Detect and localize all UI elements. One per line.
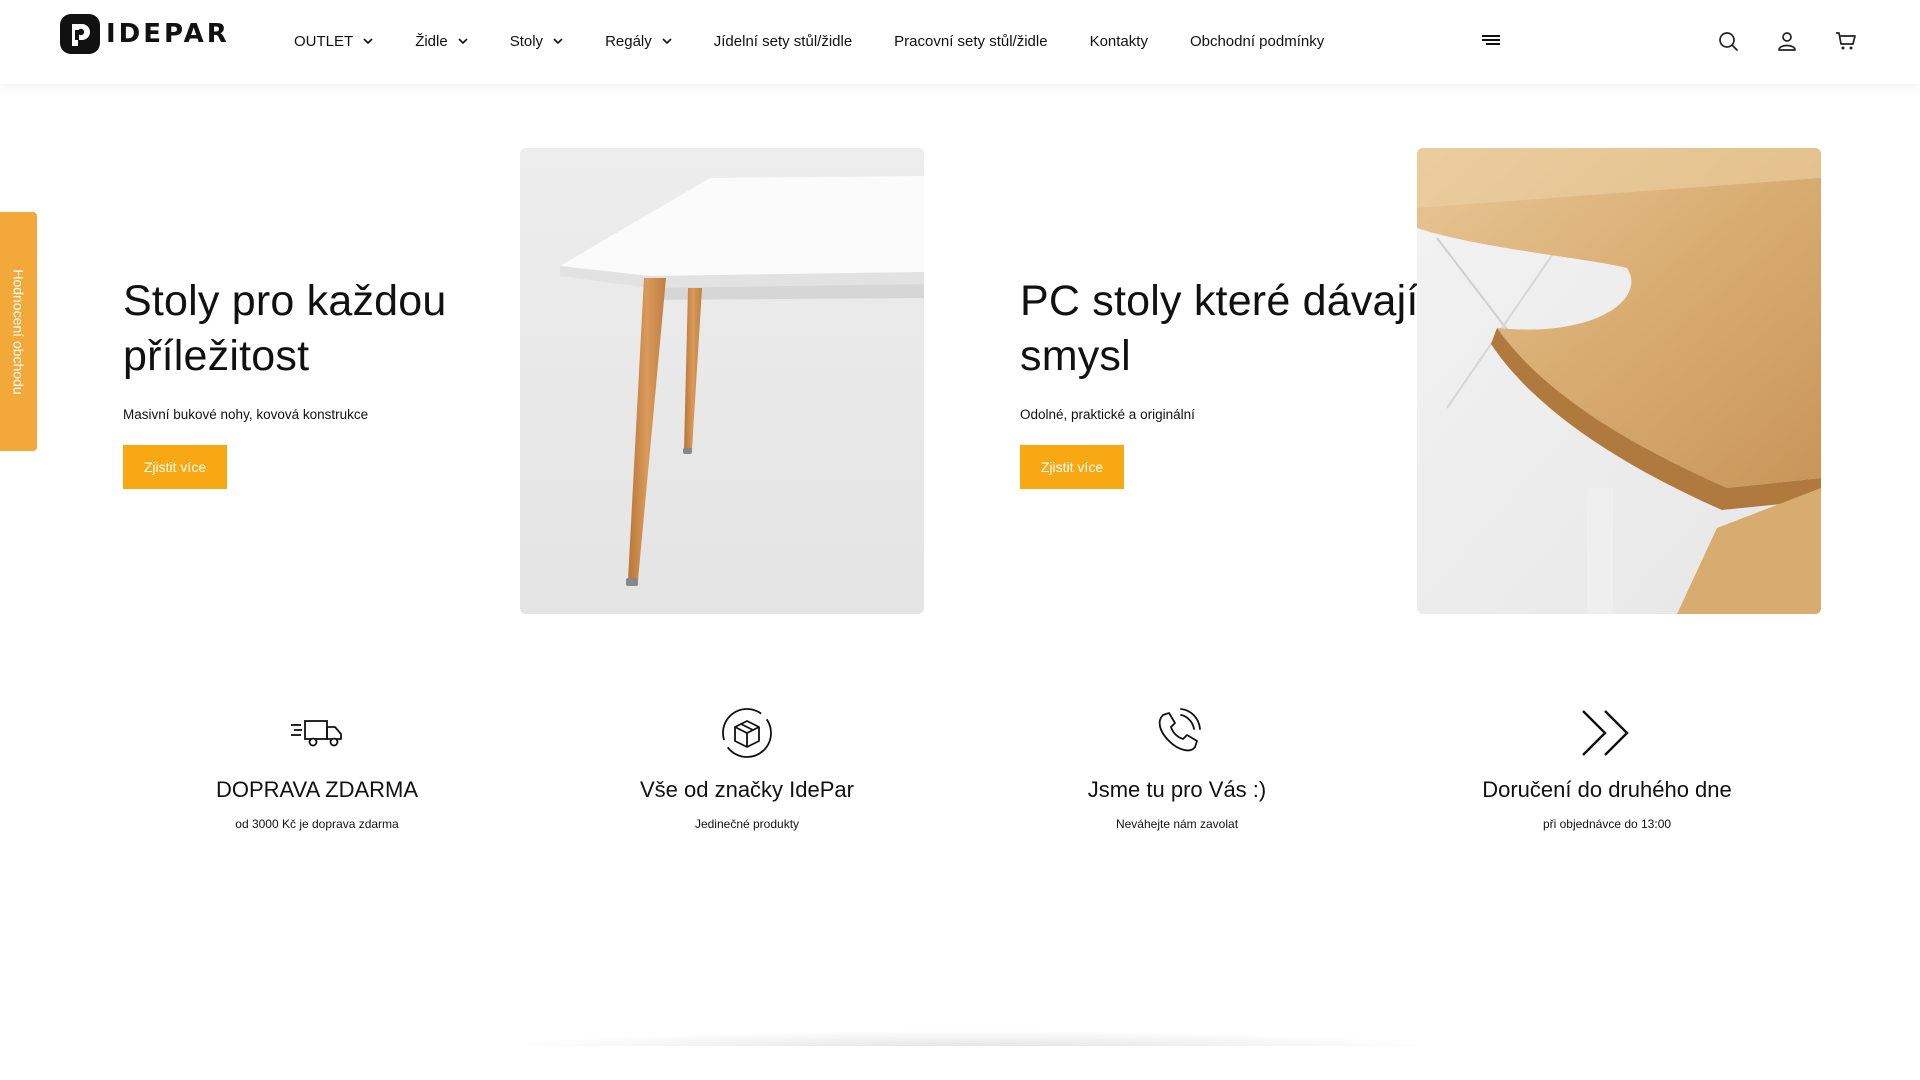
nav-item-label: Pracovní sety stůl/židle bbox=[894, 32, 1048, 50]
store-rating-label: Hodnocení obchodu bbox=[10, 268, 27, 395]
nav-item-label: Stoly bbox=[509, 32, 544, 50]
chevron-down-icon bbox=[553, 38, 563, 45]
hero-title-line: PC stoly které dávají bbox=[1020, 277, 1419, 325]
phone-icon bbox=[1158, 708, 1201, 752]
nav-item-label: OUTLET bbox=[294, 32, 354, 50]
nav-item-kontakty[interactable]: Kontakty bbox=[1090, 33, 1148, 50]
menu-icon[interactable] bbox=[1482, 33, 1500, 47]
feature-free-shipping: DOPRAVA ZDARMA od 3000 Kč je doprava zda… bbox=[107, 703, 527, 831]
hero-title-line: smysl bbox=[1020, 332, 1131, 380]
cart-icon[interactable] bbox=[1834, 29, 1858, 53]
page-bottom-edge bbox=[0, 1046, 1920, 1080]
logo-mark-icon bbox=[60, 14, 100, 54]
feature-idepar-brand: Vše od značky IdePar Jedinečné produkty bbox=[537, 703, 957, 831]
nav-item-obchodni-podminky[interactable]: Obchodní podmínky bbox=[1190, 33, 1324, 50]
feature-subtitle: Jedinečné produkty bbox=[694, 817, 800, 831]
feature-title: Doručení do druhého dne bbox=[1482, 777, 1732, 802]
nav-item-label: Židle bbox=[415, 32, 448, 50]
nav-item-label: Obchodní podmínky bbox=[1189, 32, 1325, 50]
logo[interactable]: IDEPAR bbox=[60, 13, 230, 55]
hero-subtitle: Masivní bukové nohy, kovová konstrukce bbox=[123, 407, 369, 422]
feature-subtitle: od 3000 Kč je doprava zdarma bbox=[235, 817, 399, 831]
feature-contact-us: Jsme tu pro Vás :) Neváhejte nám zavolat bbox=[967, 703, 1387, 831]
chevron-down-icon bbox=[458, 38, 468, 45]
nav-item-label: Kontakty bbox=[1089, 32, 1148, 50]
feature-title: DOPRAVA ZDARMA bbox=[215, 777, 419, 802]
hero-title-line: příležitost bbox=[123, 332, 310, 380]
hero-learn-more-button[interactable]: Zjistit více bbox=[1020, 445, 1124, 489]
hero-title: Stoly pro každou příležitost bbox=[123, 274, 447, 384]
feature-subtitle: Neváhejte nám zavolat bbox=[1115, 817, 1239, 831]
search-icon[interactable] bbox=[1716, 29, 1740, 53]
user-icon[interactable] bbox=[1775, 29, 1799, 53]
hero-learn-more-button[interactable]: Zjistit více bbox=[123, 445, 227, 489]
nav-item-pracovni-sety[interactable]: Pracovní sety stůl/židle bbox=[894, 33, 1047, 50]
chevron-down-icon bbox=[363, 38, 373, 45]
chevron-down-icon bbox=[662, 38, 672, 45]
site-header: IDEPAR OUTLET Židle Stoly Regály Jídelní… bbox=[0, 0, 1920, 84]
feature-title: Vše od značky IdePar bbox=[639, 777, 854, 802]
table-product-image[interactable] bbox=[520, 148, 924, 614]
nav-item-stoly[interactable]: Stoly bbox=[510, 33, 563, 50]
box-icon bbox=[722, 708, 772, 758]
hero-subtitle: Odolné, praktické a originální bbox=[1020, 407, 1195, 422]
feature-subtitle: při objednávce do 13:00 bbox=[1542, 817, 1672, 831]
nav-item-outlet[interactable]: OUTLET bbox=[294, 33, 373, 50]
feature-title: Jsme tu pro Vás :) bbox=[1087, 777, 1267, 802]
hero-title: PC stoly které dávají smysl bbox=[1020, 274, 1419, 384]
nav-item-jidelni-sety[interactable]: Jídelní sety stůl/židle bbox=[714, 33, 852, 50]
double-chevron-icon bbox=[1582, 710, 1629, 756]
nav-item-label: Jídelní sety stůl/židle bbox=[713, 32, 853, 50]
logo-text: IDEPAR bbox=[106, 19, 230, 49]
store-rating-tab[interactable]: Hodnocení obchodu bbox=[0, 212, 37, 451]
main-nav: OUTLET Židle Stoly Regály Jídelní sety s… bbox=[294, 0, 1366, 82]
nav-item-regaly[interactable]: Regály bbox=[605, 33, 672, 50]
nav-item-zidle[interactable]: Židle bbox=[415, 33, 468, 50]
truck-icon bbox=[291, 720, 342, 747]
feature-next-day-delivery: Doručení do druhého dne při objednávce d… bbox=[1397, 703, 1817, 831]
pc-desk-product-image[interactable] bbox=[1417, 148, 1821, 614]
hero-title-line: Stoly pro každou bbox=[123, 277, 447, 325]
nav-item-label: Regály bbox=[605, 32, 652, 50]
